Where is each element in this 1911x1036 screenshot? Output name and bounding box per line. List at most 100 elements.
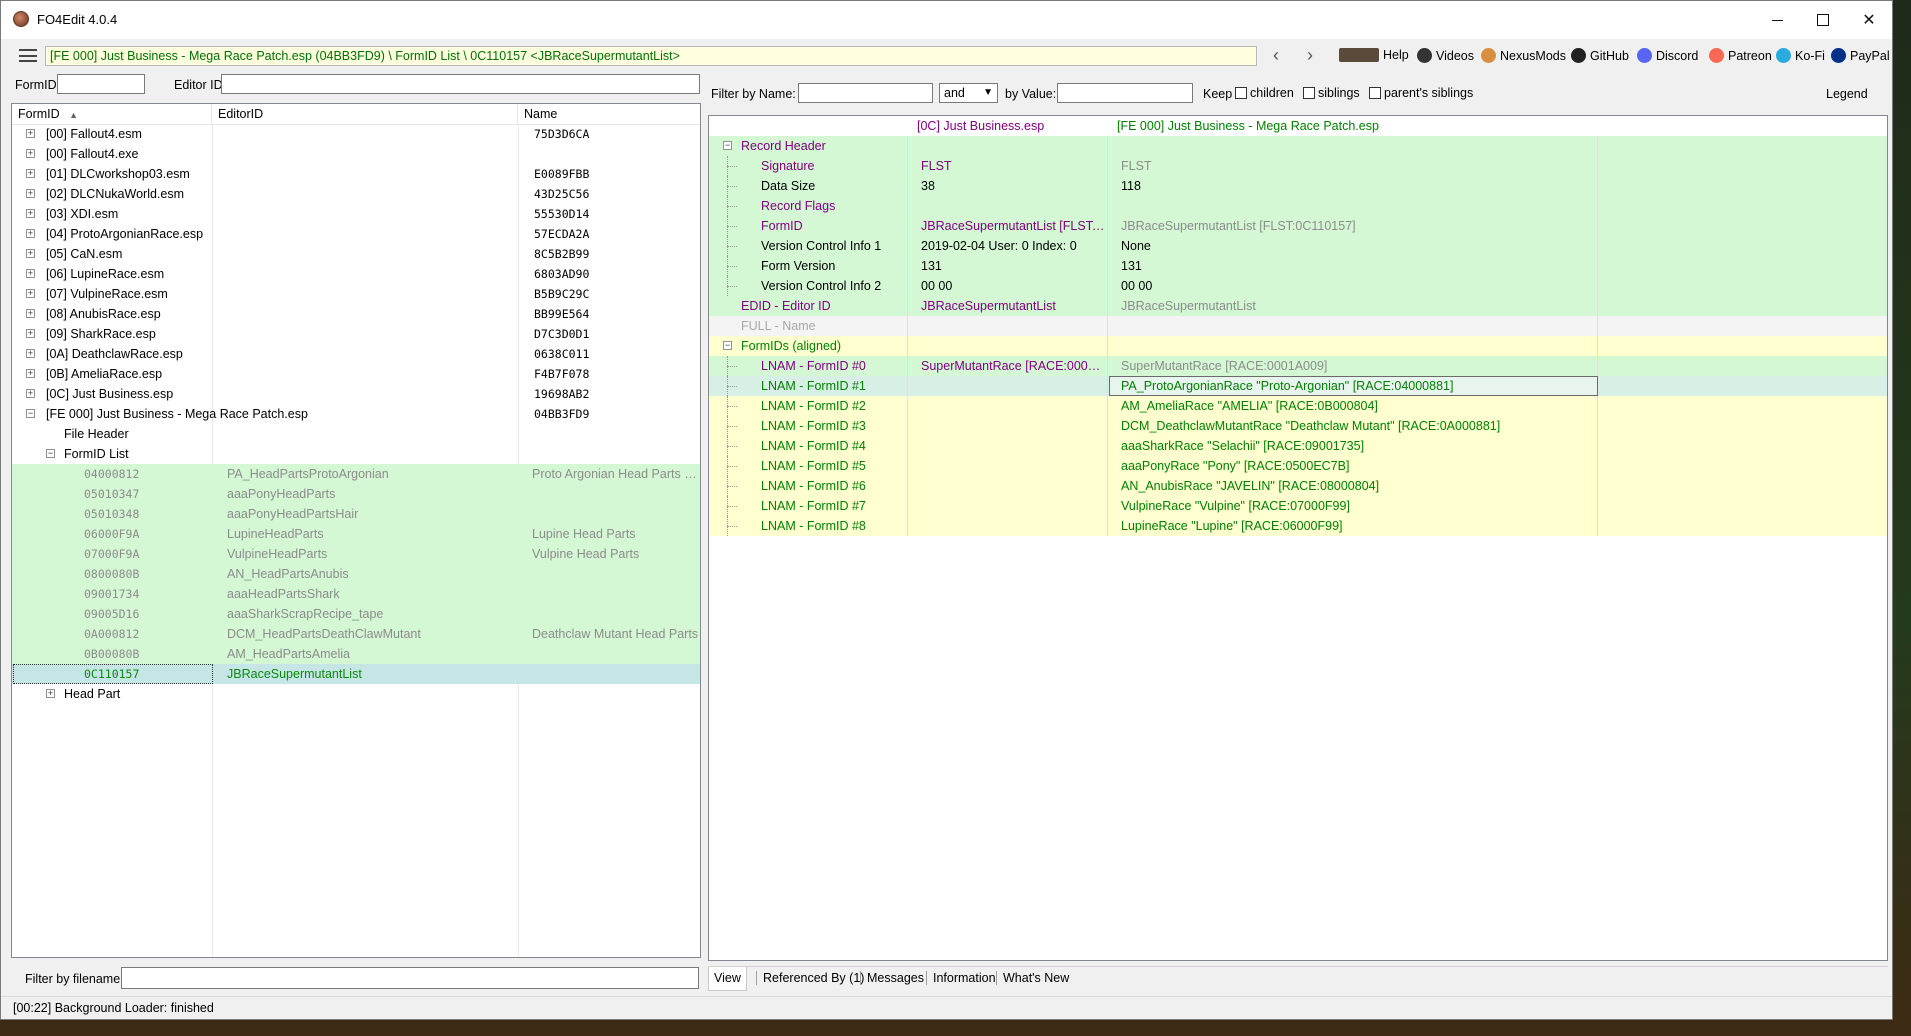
record-row[interactable]: 06000F9A LupineHeadParts Lupine Head Parts [12,524,700,544]
collapse-icon[interactable]: − [46,449,55,458]
field-row[interactable]: LNAM - FormID #8 LupineRace "Lupine" [RAC… [709,516,1887,536]
tree-row[interactable]: + [07] VulpineRace.esm B5B9C29C [12,284,700,304]
expand-icon[interactable]: + [26,349,35,358]
collapse-icon[interactable]: − [723,141,732,150]
expand-icon[interactable]: + [26,269,35,278]
column-header-master[interactable]: [0C] Just Business.esp [917,116,1102,136]
column-header-formid[interactable]: FormID ▲ [12,104,212,124]
tree-row[interactable]: + [01] DLCworkshop03.esm E0089FBB [12,164,700,184]
logic-select[interactable]: and ▼ [939,83,998,103]
field-row[interactable]: LNAM - FormID #6 AN_AnubisRace "JAVELIN" … [709,476,1887,496]
tree-row[interactable]: + [09] SharkRace.esp D7C3D0D1 [12,324,700,344]
toolbar-link-patreon[interactable]: Patreon [1709,48,1772,63]
field-row[interactable]: Version Control Info 2 00 00 00 00 [709,276,1887,296]
tree-row[interactable]: + [02] DLCNukaWorld.esm 43D25C56 [12,184,700,204]
field-row[interactable]: Data Size 38 118 [709,176,1887,196]
field-row[interactable]: − FormIDs (aligned) [709,336,1887,356]
toolbar-link-github[interactable]: GitHub [1571,48,1629,63]
expand-icon[interactable]: + [26,189,35,198]
toolbar-link-discord[interactable]: Discord [1637,48,1698,63]
record-row[interactable]: 07000F9A VulpineHeadParts Vulpine Head Par… [12,544,700,564]
record-row[interactable]: 0C110157 JBRaceSupermutantList [12,664,700,684]
tree-row[interactable]: + [08] AnubisRace.esp BB99E564 [12,304,700,324]
record-tree[interactable]: FormID ▲ EditorID Name + [00] Fallout4.es… [11,103,701,958]
field-row[interactable]: FULL - Name [709,316,1887,336]
filter-value-input[interactable] [1057,83,1193,103]
expand-icon[interactable]: + [26,249,35,258]
close-button[interactable]: ✕ [1846,1,1892,39]
record-path-field[interactable]: [FE 000] Just Business - Mega Race Patch… [45,46,1257,66]
tab-messages[interactable]: Messages [862,967,929,989]
record-view[interactable]: [0C] Just Business.esp [FE 000] Just Bus… [708,115,1888,961]
field-row[interactable]: FormID JBRaceSupermutantList [FLST:0C1101… [709,216,1887,236]
maximize-button[interactable] [1800,1,1846,39]
minimize-button[interactable] [1754,1,1800,39]
column-header-name[interactable]: Name [518,104,700,124]
record-row[interactable]: 04000812 PA_HeadPartsProtoArgonian Proto A… [12,464,700,484]
forward-arrow-icon[interactable]: › [1299,45,1321,67]
tree-row[interactable]: + [0A] DeathclawRace.esp 0638C011 [12,344,700,364]
field-row[interactable]: EDID - Editor ID JBRaceSupermutantList JBR… [709,296,1887,316]
keep-siblings-checkbox[interactable]: siblings [1303,86,1360,100]
field-row[interactable]: LNAM - FormID #3 DCM_DeathclawMutantRace … [709,416,1887,436]
tree-row[interactable]: − FormID List [12,444,700,464]
expand-icon[interactable]: + [26,389,35,398]
tree-row[interactable]: − [FE 000] Just Business - Mega Race Patc… [12,404,700,424]
record-row[interactable]: 09001734 aaaHeadPartsShark [12,584,700,604]
field-row[interactable]: Signature FLST FLST [709,156,1887,176]
keep-children-checkbox[interactable]: children [1235,86,1294,100]
expand-icon[interactable]: + [26,209,35,218]
tree-row[interactable]: + [03] XDI.esm 55530D14 [12,204,700,224]
field-row[interactable]: − Record Header [709,136,1887,156]
tree-row[interactable]: + [05] CaN.esm 8C5B2B99 [12,244,700,264]
tab-information[interactable]: Information [928,967,1001,989]
filter-filename-input[interactable] [121,967,699,989]
keep-parents-siblings-checkbox[interactable]: parent's siblings [1369,86,1473,100]
field-row[interactable]: LNAM - FormID #7 VulpineRace "Vulpine" [R… [709,496,1887,516]
field-row[interactable]: LNAM - FormID #2 AM_AmeliaRace "AMELIA" [… [709,396,1887,416]
expand-icon[interactable]: + [26,309,35,318]
tab-what-s-new[interactable]: What's New [998,967,1074,989]
field-row[interactable]: Form Version 131 131 [709,256,1887,276]
legend-button[interactable]: Legend [1826,87,1868,101]
tab-view[interactable]: View [708,967,747,991]
tree-row[interactable]: + [00] Fallout4.esm 75D3D6CA [12,124,700,144]
record-row[interactable]: 0A000812 DCM_HeadPartsDeathClawMutant Deat… [12,624,700,644]
toolbar-link-videos[interactable]: Videos [1417,48,1474,63]
filter-name-input[interactable] [798,83,933,103]
field-row[interactable]: LNAM - FormID #5 aaaPonyRace "Pony" [RACE… [709,456,1887,476]
tree-row[interactable]: + [0B] AmeliaRace.esp F4B7F078 [12,364,700,384]
tree-row[interactable]: File Header [12,424,700,444]
editorid-search-input[interactable] [221,74,700,94]
record-row[interactable]: 0B00080B AM_HeadPartsAmelia [12,644,700,664]
expand-icon[interactable]: + [26,229,35,238]
expand-icon[interactable]: + [26,369,35,378]
tree-row[interactable]: + [04] ProtoArgonianRace.esp 57ECDA2A [12,224,700,244]
field-row[interactable]: LNAM - FormID #0 SuperMutantRace [RACE:00… [709,356,1887,376]
expand-icon[interactable]: + [26,289,35,298]
column-header-patch[interactable]: [FE 000] Just Business - Mega Race Patch… [1117,116,1379,136]
field-row[interactable]: Record Flags [709,196,1887,216]
expand-icon[interactable]: + [46,689,55,698]
toolbar-link-nexusmods[interactable]: NexusMods [1481,48,1566,63]
main-menu-icon[interactable] [19,49,37,62]
column-header-editorid[interactable]: EditorID [212,104,518,124]
collapse-icon[interactable]: − [26,409,35,418]
tree-row[interactable]: + [06] LupineRace.esm 6803AD90 [12,264,700,284]
toolbar-link-kofi[interactable]: Ko-Fi [1776,48,1825,63]
field-row[interactable]: LNAM - FormID #1 PA_ProtoArgonianRace "Pr… [709,376,1887,396]
record-row[interactable]: 05010347 aaaPonyHeadParts [12,484,700,504]
collapse-icon[interactable]: − [723,341,732,350]
toolbar-link-help[interactable]: Help [1339,48,1409,62]
tab-referenced-by[interactable]: Referenced By (1) [758,967,869,989]
field-row[interactable]: Version Control Info 1 2019-02-04 User: 0… [709,236,1887,256]
back-arrow-icon[interactable]: ‹ [1265,45,1287,67]
tree-row[interactable]: + Head Part [12,684,700,704]
expand-icon[interactable]: + [26,149,35,158]
field-row[interactable]: LNAM - FormID #4 aaaSharkRace "Selachii" … [709,436,1887,456]
record-row[interactable]: 0800080B AN_HeadPartsAnubis [12,564,700,584]
tree-row[interactable]: + [0C] Just Business.esp 19698AB2 [12,384,700,404]
record-row[interactable]: 05010348 aaaPonyHeadPartsHair [12,504,700,524]
tree-row[interactable]: + [00] Fallout4.exe [12,144,700,164]
toolbar-link-paypal[interactable]: PayPal [1831,48,1890,63]
